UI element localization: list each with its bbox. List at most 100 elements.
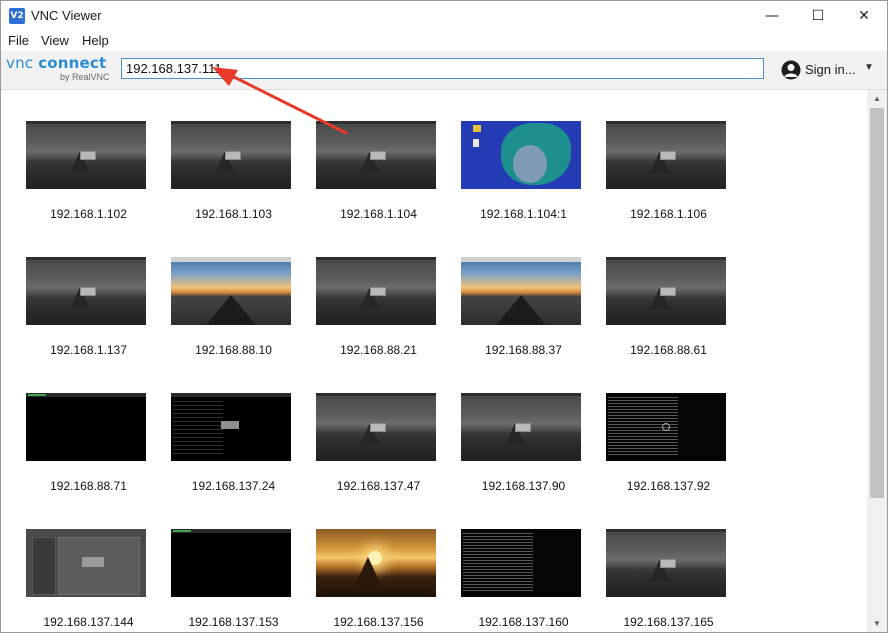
connection-label: 192.168.1.103: [195, 207, 272, 221]
connection-tile[interactable]: 192.168.137.153: [161, 529, 306, 632]
connection-tile[interactable]: 192.168.1.137: [16, 257, 161, 382]
menu-view[interactable]: View: [41, 33, 69, 48]
connection-label: 192.168.88.21: [340, 343, 417, 357]
connection-tile[interactable]: 192.168.1.103: [161, 121, 306, 246]
thumbnail-detail: [660, 151, 676, 160]
thumbnail-detail: [171, 121, 291, 124]
connection-thumbnail[interactable]: [316, 121, 436, 189]
connection-thumbnail[interactable]: [171, 257, 291, 325]
maximize-button[interactable]: ☐: [795, 1, 841, 31]
vertical-scrollbar[interactable]: ▲ ▼: [867, 90, 887, 632]
connection-label: 192.168.1.137: [50, 343, 127, 357]
thumbnail-detail: [606, 121, 726, 124]
connection-tile[interactable]: 192.168.88.21: [306, 257, 451, 382]
connection-tile[interactable]: 192.168.1.104: [306, 121, 451, 246]
connection-label: 192.168.88.61: [630, 343, 707, 357]
thumbnail-detail: [32, 537, 56, 595]
connection-thumbnail[interactable]: [606, 529, 726, 597]
connection-label: 192.168.137.90: [481, 479, 566, 493]
connection-tile[interactable]: 192.168.137.90: [451, 393, 596, 518]
logo-connect-text: connect: [38, 54, 107, 72]
connection-label: 192.168.1.102: [50, 207, 127, 221]
thumbnail-detail: [26, 393, 146, 397]
connection-tile[interactable]: 192.168.137.47: [306, 393, 451, 518]
connection-thumbnail[interactable]: [606, 257, 726, 325]
connection-thumbnail[interactable]: [461, 529, 581, 597]
connection-tile[interactable]: 192.168.137.92: [596, 393, 741, 518]
connection-grid: 192.168.1.102 192.168.1.103 192.168.1.104 1…: [1, 90, 867, 632]
close-button[interactable]: ✕: [841, 1, 887, 31]
thumbnail-detail: [173, 401, 223, 456]
menu-file[interactable]: File: [8, 33, 29, 48]
thumbnail-detail: [171, 257, 291, 262]
connection-thumbnail[interactable]: [461, 393, 581, 461]
chevron-down-icon[interactable]: ▼: [864, 62, 874, 73]
thumbnail-detail: [370, 151, 386, 160]
thumbnail-detail: [496, 295, 546, 325]
logo-byline: by RealVNC: [60, 72, 110, 82]
thumbnail-detail: [316, 257, 436, 260]
connection-thumbnail[interactable]: [26, 393, 146, 461]
connection-label: 192.168.137.165: [623, 615, 714, 629]
connection-label: 192.168.137.24: [191, 479, 276, 493]
thumbnail-detail: [515, 423, 531, 432]
connection-thumbnail[interactable]: [316, 257, 436, 325]
connection-thumbnail[interactable]: [171, 529, 291, 597]
connection-thumbnail[interactable]: [171, 121, 291, 189]
connection-label: 192.168.137.160: [478, 615, 569, 629]
connection-tile[interactable]: 192.168.1.106: [596, 121, 741, 246]
thumbnail-detail: [606, 529, 726, 532]
connection-thumbnail[interactable]: [171, 393, 291, 461]
connection-tile[interactable]: 192.168.137.165: [596, 529, 741, 632]
connection-label: 192.168.137.153: [188, 615, 279, 629]
thumbnail-detail: [80, 287, 96, 296]
connection-label: 192.168.88.71: [50, 479, 127, 493]
thumbnail-detail: [26, 257, 146, 260]
title-bar: V2 VNC Viewer — ☐ ✕: [1, 1, 887, 31]
connection-thumbnail[interactable]: [316, 393, 436, 461]
connection-tile[interactable]: 192.168.137.156: [306, 529, 451, 632]
connection-thumbnail[interactable]: [606, 121, 726, 189]
connection-tile[interactable]: 192.168.88.37: [451, 257, 596, 382]
connection-thumbnail[interactable]: [461, 121, 581, 189]
thumbnail-detail: [354, 557, 382, 587]
connection-tile[interactable]: 192.168.88.10: [161, 257, 306, 382]
thumbnail-detail: [461, 257, 581, 262]
connection-tile[interactable]: 192.168.137.24: [161, 393, 306, 518]
thumbnail-detail: [463, 533, 533, 593]
thumbnail-detail: [171, 393, 291, 397]
menu-bar: File View Help: [1, 31, 887, 51]
minimize-button[interactable]: —: [749, 1, 795, 31]
thumbnail-detail: [316, 121, 436, 124]
connection-tile[interactable]: 192.168.1.102: [16, 121, 161, 246]
vnc-viewer-window: V2 VNC Viewer — ☐ ✕ File View Help vnc c…: [0, 0, 888, 633]
connection-label: 192.168.1.104:1: [480, 207, 567, 221]
address-input[interactable]: [121, 58, 764, 79]
scroll-down-icon[interactable]: ▼: [867, 615, 887, 632]
connection-tile[interactable]: 192.168.1.104:1: [451, 121, 596, 246]
user-icon: [781, 60, 801, 80]
connection-tile[interactable]: 192.168.137.144: [16, 529, 161, 632]
connection-label: 192.168.1.106: [630, 207, 707, 221]
connection-thumbnail[interactable]: [26, 257, 146, 325]
thumbnail-detail: [513, 145, 547, 183]
thumbnail-detail: [473, 125, 481, 132]
thumbnail-detail: [660, 287, 676, 296]
menu-help[interactable]: Help: [82, 33, 109, 48]
thumbnail-detail: [660, 559, 676, 568]
thumbnail-detail: [80, 151, 96, 160]
connection-tile[interactable]: 192.168.137.160: [451, 529, 596, 632]
connection-thumbnail[interactable]: [26, 529, 146, 597]
connection-thumbnail[interactable]: [26, 121, 146, 189]
connection-tile[interactable]: 192.168.88.71: [16, 393, 161, 518]
connection-thumbnail[interactable]: [606, 393, 726, 461]
connection-thumbnail[interactable]: [461, 257, 581, 325]
thumbnail-detail: [370, 287, 386, 296]
sign-in-label: Sign in...: [805, 62, 856, 77]
scroll-up-icon[interactable]: ▲: [867, 90, 887, 107]
connection-thumbnail[interactable]: [316, 529, 436, 597]
connection-tile[interactable]: 192.168.88.61: [596, 257, 741, 382]
connection-label: 192.168.137.47: [336, 479, 421, 493]
scroll-thumb[interactable]: [870, 108, 884, 498]
thumbnail-detail: [82, 557, 104, 567]
